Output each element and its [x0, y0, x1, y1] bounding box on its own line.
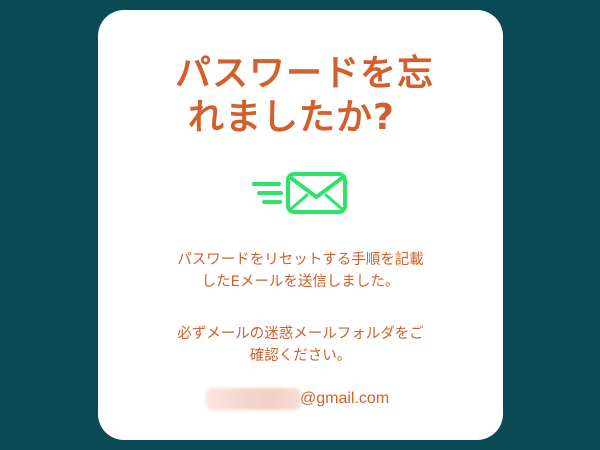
mail-sent-icon — [252, 172, 347, 214]
page-title: パスワードを忘 れましたか? — [98, 52, 503, 140]
spam-folder-notice: 必ずメールの迷惑メールフォルダをご 確認ください。 — [98, 323, 503, 367]
sent-email-address: @gmail.com — [98, 388, 503, 410]
spam-notice-line-1: 必ずメールの迷惑メールフォルダをご — [177, 326, 424, 342]
reset-instructions-line-2: したEメールを送信しました。 — [201, 274, 400, 290]
title-line-1: パスワードを忘 — [174, 53, 434, 94]
reset-instructions-text: パスワードをリセットする手順を記載 したEメールを送信しました。 — [98, 249, 503, 293]
forgot-password-card: パスワードを忘 れましたか? パスワードをリセットする手順を記載 したEメールを… — [98, 10, 503, 440]
spam-notice-line-2: 確認ください。 — [249, 348, 352, 364]
title-line-2: れましたか? — [188, 97, 395, 138]
redacted-email-username — [206, 388, 301, 410]
reset-instructions-line-1: パスワードをリセットする手順を記載 — [177, 252, 424, 268]
email-domain: @gmail.com — [300, 390, 390, 407]
